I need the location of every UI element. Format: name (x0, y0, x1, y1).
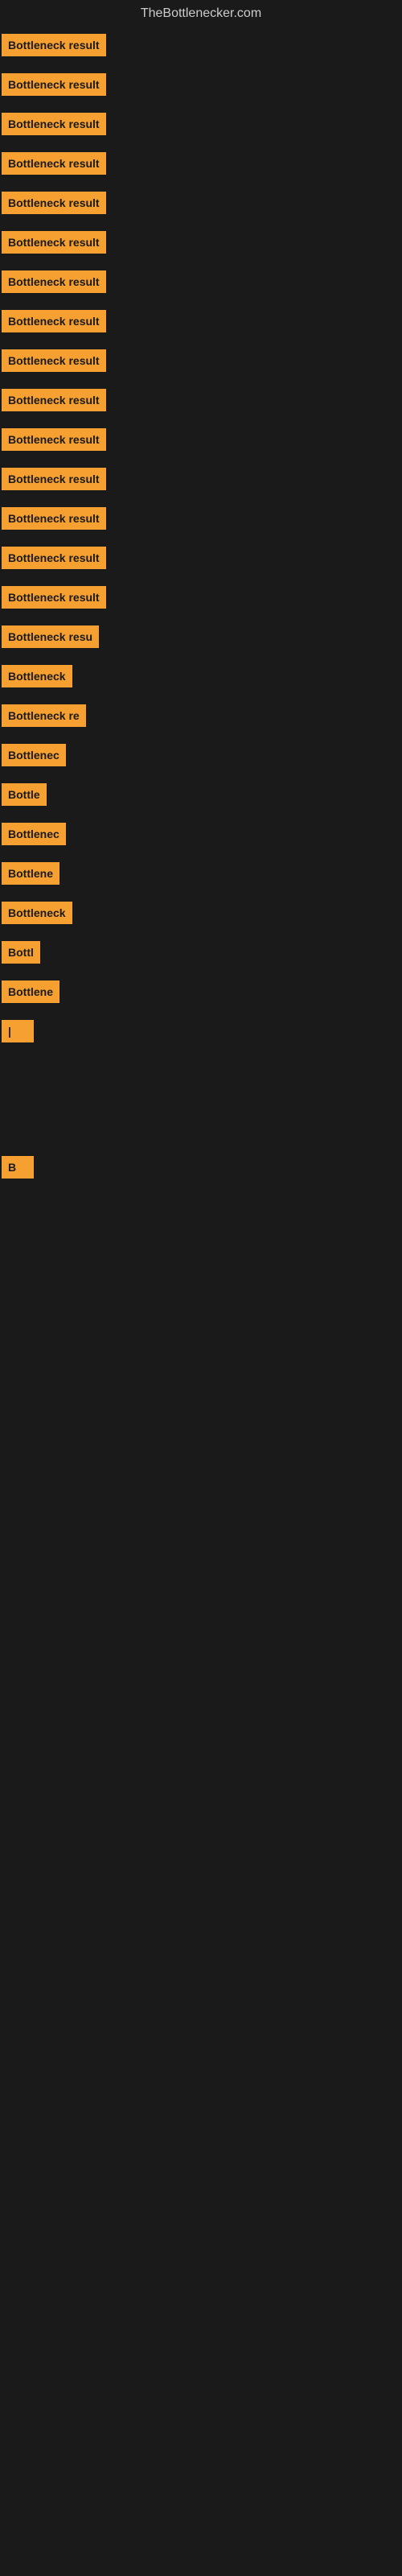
bottleneck-result-badge[interactable]: Bottlene (2, 862, 59, 885)
list-item[interactable]: | (0, 1017, 402, 1056)
list-item[interactable]: Bottleneck result (0, 583, 402, 622)
list-item[interactable]: Bottleneck result (0, 228, 402, 267)
list-item[interactable]: Bottleneck result (0, 188, 402, 228)
list-item[interactable]: Bottleneck result (0, 109, 402, 149)
site-title-container: TheBottlenecker.com (0, 0, 402, 31)
list-item[interactable]: Bottl (0, 938, 402, 977)
bottleneck-result-badge[interactable]: Bottleneck result (2, 231, 106, 254)
list-item[interactable] (0, 1104, 402, 1129)
list-item[interactable]: Bottlenec (0, 819, 402, 859)
list-item[interactable] (0, 1056, 402, 1080)
list-item[interactable] (0, 1080, 402, 1104)
bottleneck-result-badge[interactable]: Bottleneck result (2, 73, 106, 96)
bottleneck-result-badge[interactable]: Bottleneck result (2, 113, 106, 135)
bottleneck-result-badge[interactable]: Bottleneck result (2, 586, 106, 609)
bottleneck-list: Bottleneck result Bottleneck result Bottle… (0, 31, 402, 1337)
list-item[interactable]: Bottlene (0, 977, 402, 1017)
bottleneck-result-badge[interactable]: Bottlene (2, 980, 59, 1003)
bottleneck-result-badge[interactable]: Bottleneck result (2, 428, 106, 451)
list-item[interactable] (0, 1265, 402, 1289)
bottleneck-result-badge[interactable]: Bottl (2, 941, 40, 964)
list-item[interactable]: Bottleneck (0, 662, 402, 701)
list-item[interactable]: Bottleneck re (0, 701, 402, 741)
list-item[interactable]: Bottleneck result (0, 386, 402, 425)
list-item[interactable] (0, 1241, 402, 1265)
bottleneck-result-badge[interactable]: Bottleneck re (2, 704, 86, 727)
list-item[interactable] (0, 1129, 402, 1153)
list-item[interactable]: Bottleneck result (0, 307, 402, 346)
bottleneck-result-badge[interactable]: Bottleneck result (2, 310, 106, 332)
bottleneck-result-badge[interactable]: Bottleneck result (2, 547, 106, 569)
list-item[interactable] (0, 1313, 402, 1337)
list-item[interactable]: Bottle (0, 780, 402, 819)
bottleneck-result-badge[interactable]: Bottleneck result (2, 192, 106, 214)
bottleneck-result-badge[interactable]: Bottleneck result (2, 270, 106, 293)
bottleneck-result-badge[interactable]: Bottleneck result (2, 152, 106, 175)
list-item[interactable]: Bottleneck result (0, 504, 402, 543)
bottleneck-result-badge[interactable]: Bottlenec (2, 744, 66, 766)
list-item[interactable]: Bottleneck result (0, 346, 402, 386)
bottleneck-result-badge[interactable]: Bottleneck result (2, 468, 106, 490)
bottleneck-result-badge[interactable]: Bottleneck result (2, 34, 106, 56)
bottleneck-result-badge[interactable]: Bottleneck resu (2, 625, 99, 648)
bottleneck-result-badge[interactable]: | (2, 1020, 34, 1042)
list-item[interactable]: B (0, 1153, 402, 1192)
site-title: TheBottlenecker.com (0, 0, 402, 31)
list-item[interactable]: Bottleneck result (0, 425, 402, 464)
bottleneck-result-badge[interactable]: Bottleneck (2, 665, 72, 687)
bottleneck-result-badge[interactable]: Bottleneck (2, 902, 72, 924)
bottleneck-result-badge[interactable]: B (2, 1156, 34, 1179)
list-item[interactable]: Bottleneck result (0, 149, 402, 188)
list-item[interactable]: Bottleneck result (0, 543, 402, 583)
bottleneck-result-badge[interactable]: Bottleneck result (2, 389, 106, 411)
bottleneck-result-badge[interactable]: Bottlenec (2, 823, 66, 845)
bottleneck-result-badge[interactable]: Bottleneck result (2, 349, 106, 372)
list-item[interactable]: Bottleneck result (0, 70, 402, 109)
list-item[interactable]: Bottleneck (0, 898, 402, 938)
bottleneck-result-badge[interactable]: Bottleneck result (2, 507, 106, 530)
list-item[interactable]: Bottleneck result (0, 464, 402, 504)
list-item[interactable]: Bottlene (0, 859, 402, 898)
list-item[interactable]: Bottleneck result (0, 267, 402, 307)
list-item[interactable]: Bottlenec (0, 741, 402, 780)
list-item[interactable]: Bottleneck resu (0, 622, 402, 662)
bottleneck-result-badge[interactable]: Bottle (2, 783, 47, 806)
list-item[interactable] (0, 1289, 402, 1313)
list-item[interactable] (0, 1192, 402, 1216)
list-item[interactable] (0, 1216, 402, 1241)
list-item[interactable]: Bottleneck result (0, 31, 402, 70)
